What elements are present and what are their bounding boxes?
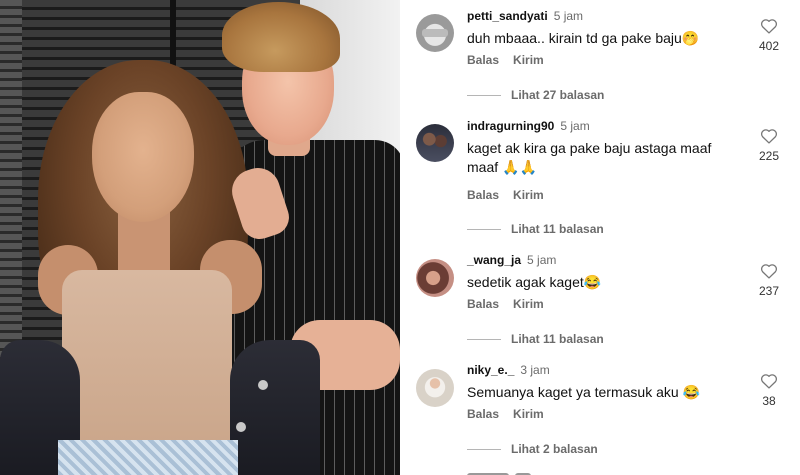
comment-actions: Balas Kirim [467,407,544,421]
avatar[interactable] [416,369,454,407]
comment-username[interactable]: indragurning90 [467,119,554,133]
reply-button[interactable]: Balas [467,297,499,311]
comment-actions: Balas Kirim [467,188,544,202]
view-replies-button[interactable]: Lihat 27 balasan [467,88,604,102]
comment-actions: Balas Kirim [467,297,544,311]
replies-divider [467,448,501,450]
view-replies-label: Lihat 27 balasan [511,88,605,102]
comment-text: sedetik agak kaget😂 [467,274,602,290]
comment-meta: petti_sandyati 5 jam [467,9,583,23]
like-control[interactable]: 225 [752,128,786,163]
comment-username[interactable]: _wang_ja [467,253,521,267]
comments-panel: petti_sandyati 5 jam duh mbaaa.. kirain t… [400,0,800,475]
heart-outline-icon[interactable] [760,128,778,144]
like-count: 225 [758,149,780,163]
reply-button[interactable]: Balas [467,188,499,202]
like-control[interactable]: 237 [752,263,786,298]
woman-jacket-right [230,340,320,475]
post-photo [0,0,400,475]
like-count: 237 [758,284,780,298]
comment-meta: niky_e._ 3 jam [467,363,550,377]
comment-meta: _wang_ja 5 jam [467,253,556,267]
heart-outline-icon[interactable] [760,373,778,389]
replies-divider [467,94,501,96]
send-button[interactable]: Kirim [513,407,544,421]
like-control[interactable]: 38 [752,373,786,408]
avatar[interactable] [416,14,454,52]
reply-button[interactable]: Balas [467,407,499,421]
view-replies-button[interactable]: Lihat 11 balasan [467,332,604,346]
view-replies-label: Lihat 11 balasan [511,332,604,346]
like-control[interactable]: 402 [752,18,786,53]
jacket-button [236,422,246,432]
jacket-button [258,380,268,390]
comment-time: 5 jam [527,253,557,267]
view-replies-label: Lihat 11 balasan [511,222,604,236]
comment-username[interactable]: niky_e._ [467,363,514,377]
comment-meta: indragurning90 5 jam [467,119,590,133]
view-replies-label: Lihat 2 balasan [511,442,598,456]
avatar[interactable] [416,259,454,297]
woman-jeans [58,440,238,475]
replies-divider [467,338,501,340]
send-button[interactable]: Kirim [513,297,544,311]
woman-face [92,92,194,222]
send-button[interactable]: Kirim [513,188,544,202]
replies-divider [467,228,501,230]
like-count: 38 [762,394,776,408]
comment-username[interactable]: petti_sandyati [467,9,548,23]
man-hair [222,2,340,72]
comment-time: 3 jam [520,363,550,377]
comment-time: 5 jam [553,9,584,23]
avatar[interactable] [416,124,454,162]
heart-outline-icon[interactable] [760,18,778,34]
heart-outline-icon[interactable] [760,263,778,279]
reply-button[interactable]: Balas [467,53,499,67]
comment-text: kaget ak kira ga pake baju astaga maaf m… [467,140,712,175]
view-replies-button[interactable]: Lihat 11 balasan [467,222,604,236]
comment-text: duh mbaaa.. kirain td ga pake baju🤭 [467,30,700,46]
next-comment-partial [467,468,577,475]
view-replies-button[interactable]: Lihat 2 balasan [467,442,598,456]
like-count: 402 [758,39,780,53]
comment-text: Semuanya kaget ya termasuk aku 😂 [467,384,700,400]
comment-actions: Balas Kirim [467,53,544,67]
send-button[interactable]: Kirim [513,53,544,67]
comment-time: 5 jam [560,119,590,133]
